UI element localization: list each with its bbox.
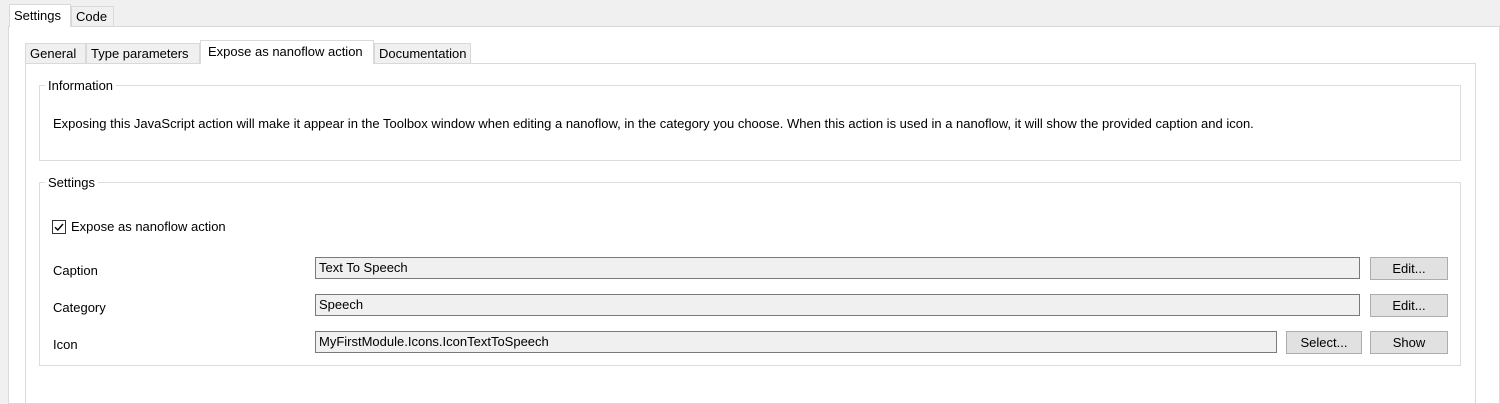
caption-field[interactable]: Text To Speech xyxy=(315,257,1360,279)
expose-checkbox[interactable] xyxy=(52,220,66,234)
icon-field[interactable]: MyFirstModule.Icons.IconTextToSpeech xyxy=(315,331,1277,353)
category-edit-button[interactable]: Edit... xyxy=(1370,294,1448,317)
checkmark-icon xyxy=(54,223,64,232)
tab-code[interactable]: Code xyxy=(71,6,114,26)
tab-type-parameters[interactable]: Type parameters xyxy=(86,43,200,63)
caption-edit-button[interactable]: Edit... xyxy=(1370,257,1448,280)
icon-select-button[interactable]: Select... xyxy=(1286,331,1362,354)
category-label: Category xyxy=(53,300,106,315)
tab-expose-as-nanoflow-action[interactable]: Expose as nanoflow action xyxy=(200,40,374,64)
icon-label: Icon xyxy=(53,337,78,352)
tab-general[interactable]: General xyxy=(25,43,86,63)
category-field[interactable]: Speech xyxy=(315,294,1360,316)
icon-show-button[interactable]: Show xyxy=(1370,331,1448,354)
information-legend: Information xyxy=(45,78,117,94)
information-text: Exposing this JavaScript action will mak… xyxy=(53,116,1254,131)
caption-label: Caption xyxy=(53,263,98,278)
tab-settings[interactable]: Settings xyxy=(9,4,71,27)
settings-legend: Settings xyxy=(45,175,98,191)
tab-documentation[interactable]: Documentation xyxy=(374,43,471,63)
expose-checkbox-label[interactable]: Expose as nanoflow action xyxy=(71,219,226,235)
